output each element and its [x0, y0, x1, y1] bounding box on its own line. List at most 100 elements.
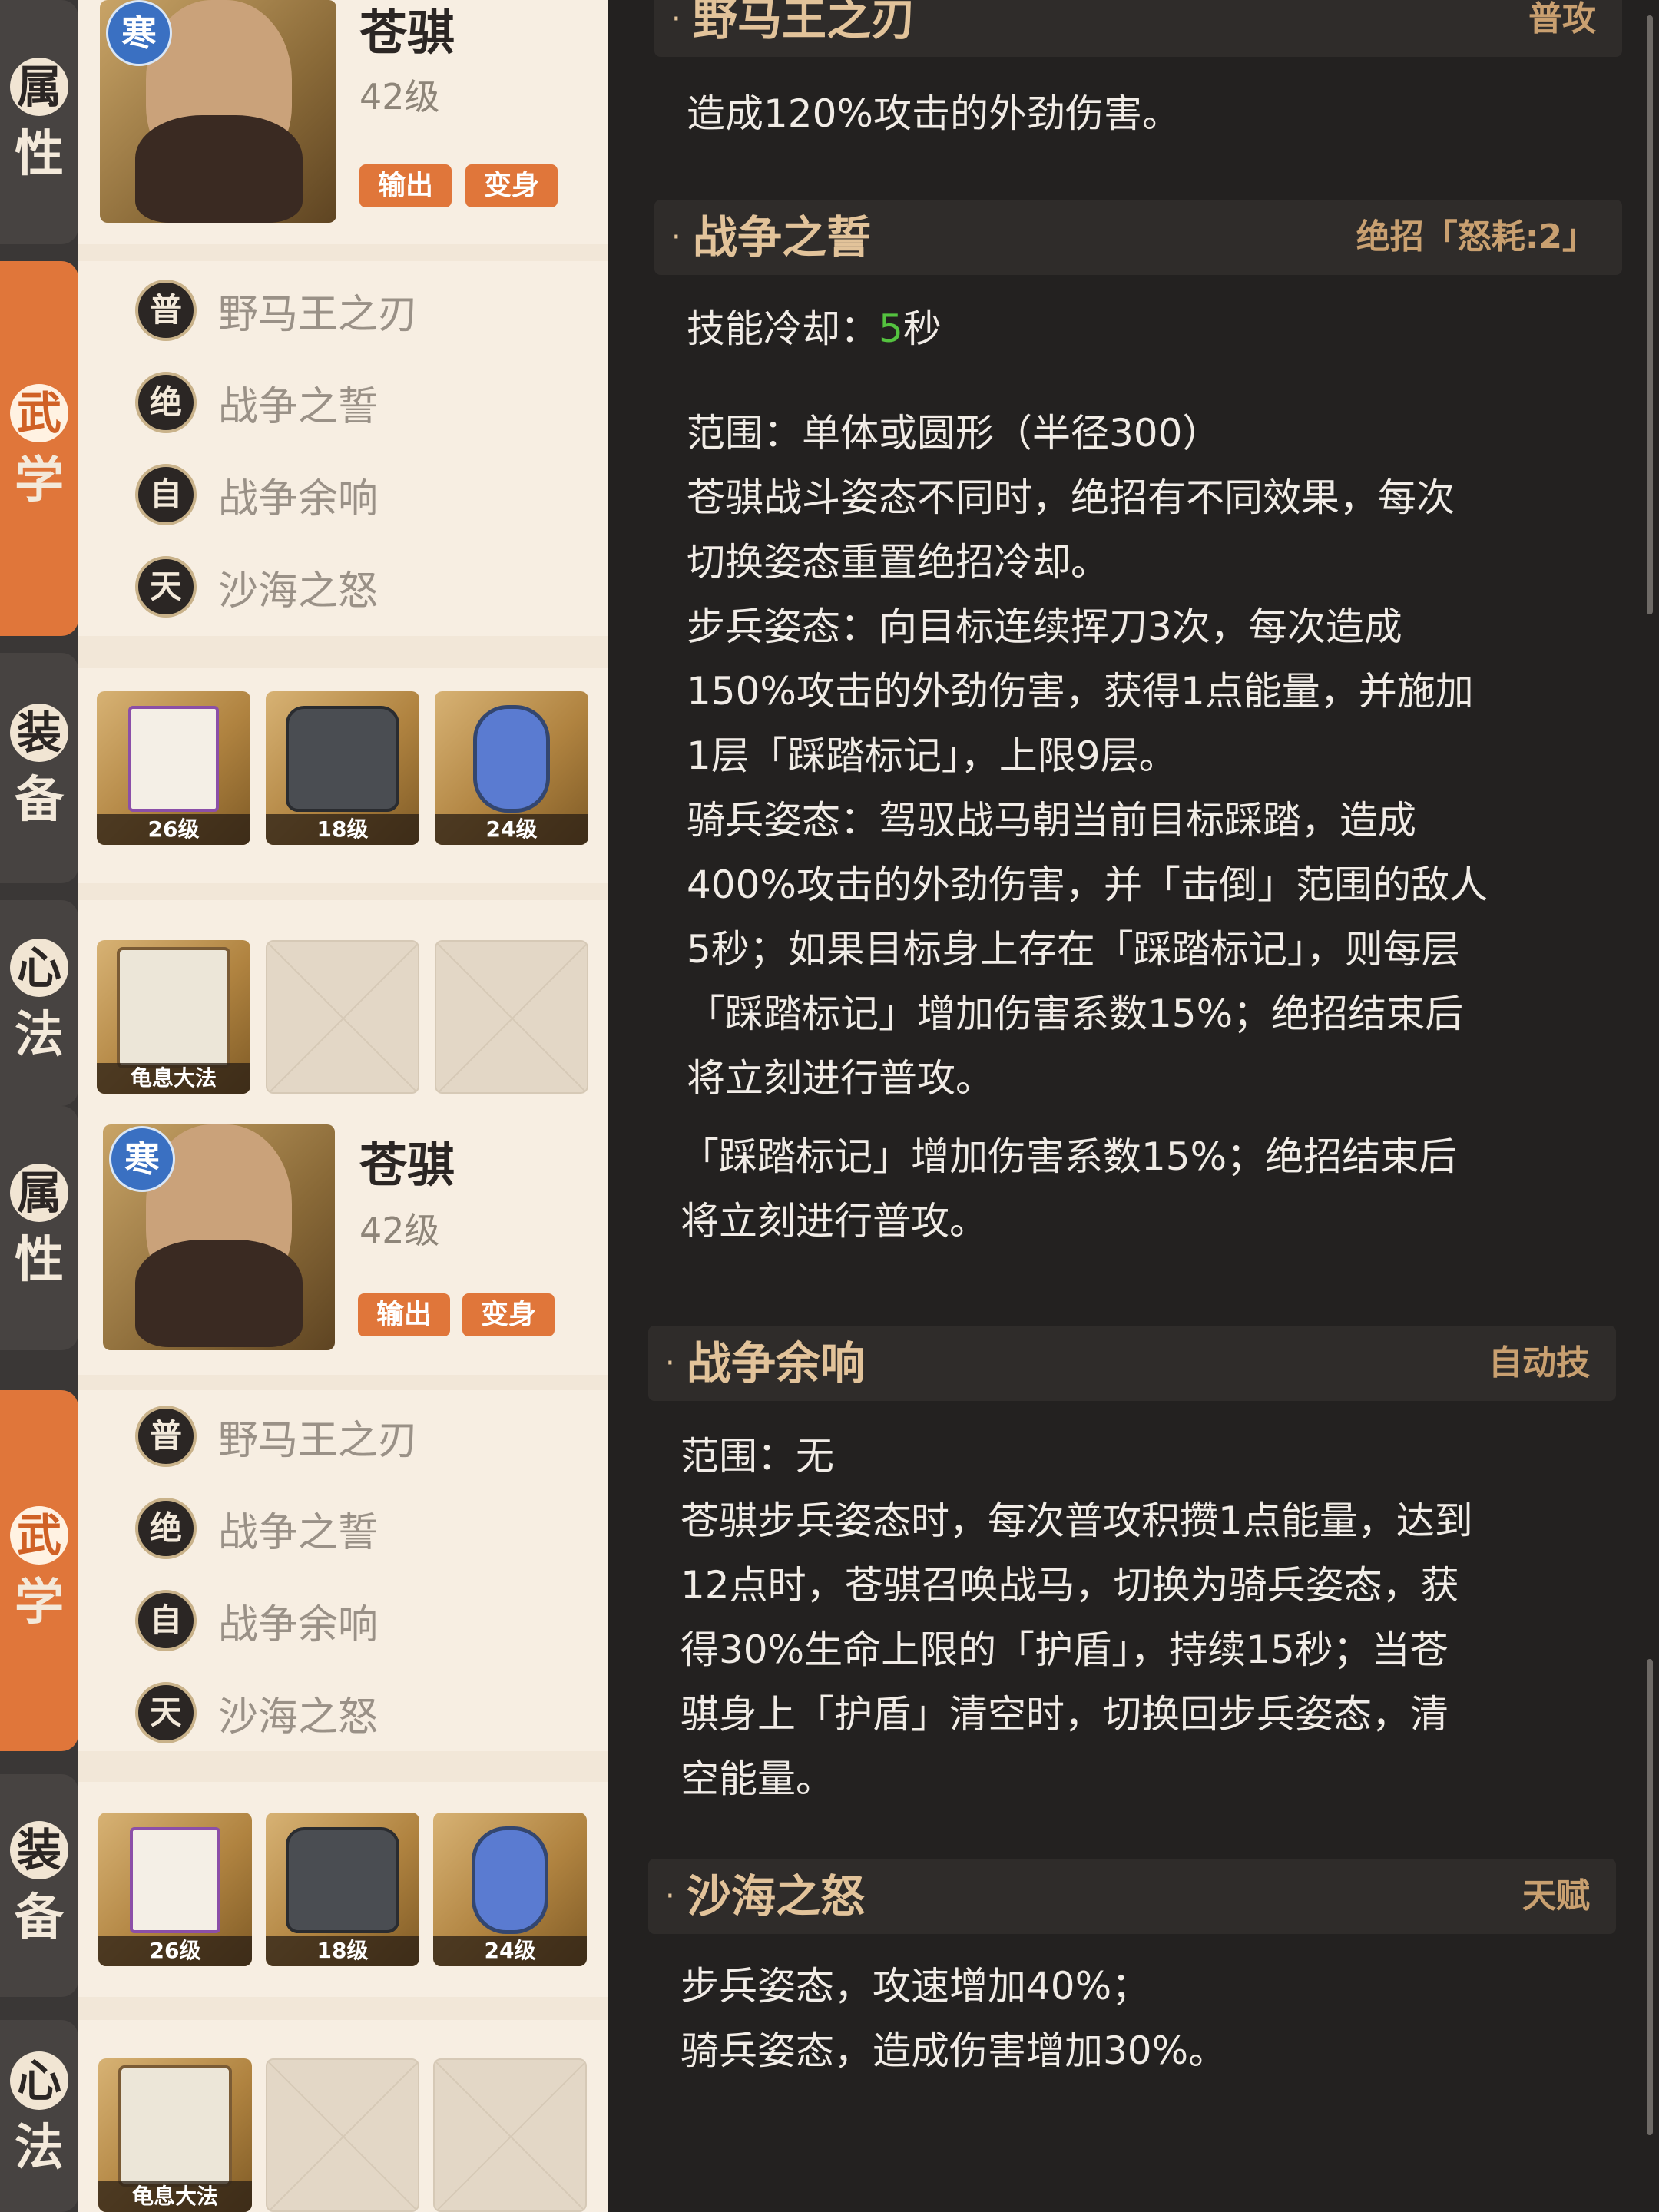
skill-type-icon: 普: [135, 280, 197, 341]
manual-book-icon: [118, 2065, 232, 2187]
equipment-level: 26级: [98, 1936, 252, 1966]
skill-description-line: 步兵姿态：向目标连续挥刀3次，每次造成: [687, 604, 1402, 649]
skill-description-line: 150%攻击的外劲伤害，获得1点能量，并施加: [687, 669, 1474, 714]
tab-heart-method[interactable]: 心 法: [0, 900, 78, 1106]
heart-method-slot-empty[interactable]: [266, 2058, 419, 2212]
heart-method-slot[interactable]: 龟息大法: [97, 940, 250, 1094]
hero-name: 苍骐: [359, 5, 455, 61]
skill-row[interactable]: 自 战争余响: [135, 1590, 378, 1651]
skill-details-panel[interactable]: 「踩踏标记」增加伤害系数15%；绝招结束后 将立刻进行普攻。 · 战争余响 自动…: [608, 1106, 1659, 2212]
cooldown-line: 技能冷却：5秒: [687, 296, 942, 361]
hero-level: 42级: [359, 1210, 440, 1251]
screenshot-top: 属 性 武 学 装 备 心 法 寒 苍骐 42级 输出 变身 普 野马王之刃 绝…: [0, 0, 1659, 1106]
tab-attributes-char2: 性: [15, 1231, 64, 1289]
scrollbar[interactable]: [1647, 15, 1653, 614]
tab-martial[interactable]: 武 学: [0, 261, 78, 636]
equipment-level: 18级: [266, 814, 419, 845]
skill-description-line: 范围：单体或圆形（半径300）: [687, 411, 1221, 455]
side-tabs: 属 性 武 学 装 备 心 法: [0, 0, 78, 1106]
tag-transform: 变身: [465, 164, 558, 207]
skill-description-line: 「踩踏标记」增加伤害系数15%；绝招结束后: [680, 1134, 1458, 1179]
heart-method-slot[interactable]: 龟息大法: [98, 2058, 252, 2212]
heart-method-slot-empty[interactable]: [435, 940, 588, 1094]
section-type: 绝招「怒耗:2」: [1356, 217, 1596, 257]
tab-attributes[interactable]: 属 性: [0, 0, 78, 244]
section-title: 战争余响: [687, 1337, 866, 1389]
skill-type-icon: 普: [135, 1406, 197, 1467]
section-title: 野马王之刃: [693, 0, 916, 45]
character-panel: 寒 苍骐 42级 输出 变身 普 野马王之刃 绝 战争之誓 自 战争余响 天 沙…: [78, 0, 608, 1106]
skill-type-icon: 天: [135, 1682, 197, 1743]
hero-level: 42级: [359, 76, 440, 118]
tab-martial-char2: 学: [15, 452, 64, 509]
cooldown-value: 5: [879, 306, 903, 351]
skill-section-header: · 野马王之刃 普攻: [654, 0, 1622, 57]
tab-heart-method[interactable]: 心 法: [0, 2020, 78, 2212]
skill-name: 沙海之怒: [218, 1694, 379, 1740]
skill-description-line: 400%攻击的外劲伤害，并「击倒」范围的敌人: [687, 863, 1488, 907]
manual-book-icon: [117, 947, 230, 1068]
skill-section-header: · 战争余响 自动技: [648, 1326, 1616, 1401]
heart-method-name: 龟息大法: [98, 2181, 252, 2212]
equipment-level: 24级: [433, 1936, 587, 1966]
tag-transform: 变身: [462, 1293, 555, 1336]
skill-description-line: 步兵姿态，攻速增加40%；: [680, 1964, 1151, 2008]
skill-description-line: 苍骐战斗姿态不同时，绝招有不同效果，每次: [687, 475, 1455, 520]
armor-icon: [286, 706, 399, 812]
skill-name: 沙海之怒: [218, 568, 379, 614]
skill-description-line: 12点时，苍骐召唤战马，切换为骑兵姿态，获: [680, 1563, 1459, 1608]
tab-equipment[interactable]: 装 备: [0, 1774, 78, 1997]
skill-details-panel[interactable]: · 野马王之刃 普攻 造成120%攻击的外劲伤害。 · 战争之誓 绝招「怒耗:2…: [608, 0, 1659, 1106]
charm-icon: [472, 1826, 548, 1934]
skill-row[interactable]: 普 野马王之刃: [135, 280, 418, 341]
section-title: 沙海之怒: [687, 1870, 866, 1922]
skill-row[interactable]: 天 沙海之怒: [135, 1682, 378, 1743]
skill-row[interactable]: 普 野马王之刃: [135, 1406, 418, 1467]
skill-name: 野马王之刃: [218, 291, 419, 338]
skill-type-icon: 天: [135, 556, 197, 618]
section-bullet: ·: [671, 2, 681, 37]
section-bullet: ·: [665, 1346, 675, 1381]
heart-method-slot-empty[interactable]: [266, 940, 419, 1094]
skill-description-line: 将立刻进行普攻。: [680, 1199, 988, 1243]
tab-martial-char2: 学: [15, 1574, 64, 1631]
equipment-slot-weapon[interactable]: 26级: [97, 691, 250, 845]
skill-description-line: 骑兵姿态，造成伤害增加30%。: [680, 2028, 1227, 2073]
tab-heart-char2: 法: [15, 1006, 64, 1064]
section-bullet: ·: [671, 220, 681, 255]
tab-martial[interactable]: 武 学: [0, 1390, 78, 1751]
equipment-slot-armor[interactable]: 18级: [266, 1813, 419, 1966]
hero-beard: [135, 1240, 303, 1347]
tab-equipment[interactable]: 装 备: [0, 653, 78, 883]
tag-output: 输出: [359, 164, 452, 207]
skill-row[interactable]: 自 战争余响: [135, 464, 378, 525]
tab-attributes[interactable]: 属 性: [0, 1106, 78, 1350]
equipment-level: 18级: [266, 1936, 419, 1966]
skill-row[interactable]: 绝 战争之誓: [135, 372, 378, 433]
tab-attributes-char1: 属: [10, 58, 68, 116]
heart-method-slot-empty[interactable]: [433, 2058, 587, 2212]
tab-equipment-char1: 装: [10, 1821, 68, 1879]
skill-row[interactable]: 绝 战争之誓: [135, 1498, 378, 1559]
skill-description-line: 将立刻进行普攻。: [687, 1056, 994, 1101]
scrollbar[interactable]: [1647, 1659, 1653, 2135]
skill-name: 野马王之刃: [218, 1417, 419, 1464]
skill-row[interactable]: 天 沙海之怒: [135, 556, 378, 618]
screenshot-bottom: 属 性 武 学 装 备 心 法 寒 苍骐 42级 输出 变身 普 野马王之刃 绝…: [0, 1106, 1659, 2212]
skill-description: 造成120%攻击的外劲伤害。: [687, 91, 1181, 136]
tab-heart-char1: 心: [10, 939, 68, 997]
hero-name: 苍骐: [359, 1137, 455, 1193]
skill-name: 战争余响: [218, 1601, 379, 1648]
character-panel: 寒 苍骐 42级 输出 变身 普 野马王之刃 绝 战争之誓 自 战争余响 天 沙…: [78, 1106, 608, 2212]
armor-icon: [286, 1827, 399, 1933]
equipment-slot-accessory[interactable]: 24级: [435, 691, 588, 845]
equipment-slot-accessory[interactable]: 24级: [433, 1813, 587, 1966]
equipment-slot-weapon[interactable]: 26级: [98, 1813, 252, 1966]
tab-equipment-char1: 装: [10, 704, 68, 762]
tab-martial-char1: 武: [10, 1506, 68, 1565]
section-title: 战争之誓: [693, 211, 872, 263]
equipment-slot-armor[interactable]: 18级: [266, 691, 419, 845]
tab-attributes-char1: 属: [10, 1164, 68, 1222]
tag-output: 输出: [358, 1293, 450, 1336]
heart-method-name: 龟息大法: [97, 1063, 250, 1094]
